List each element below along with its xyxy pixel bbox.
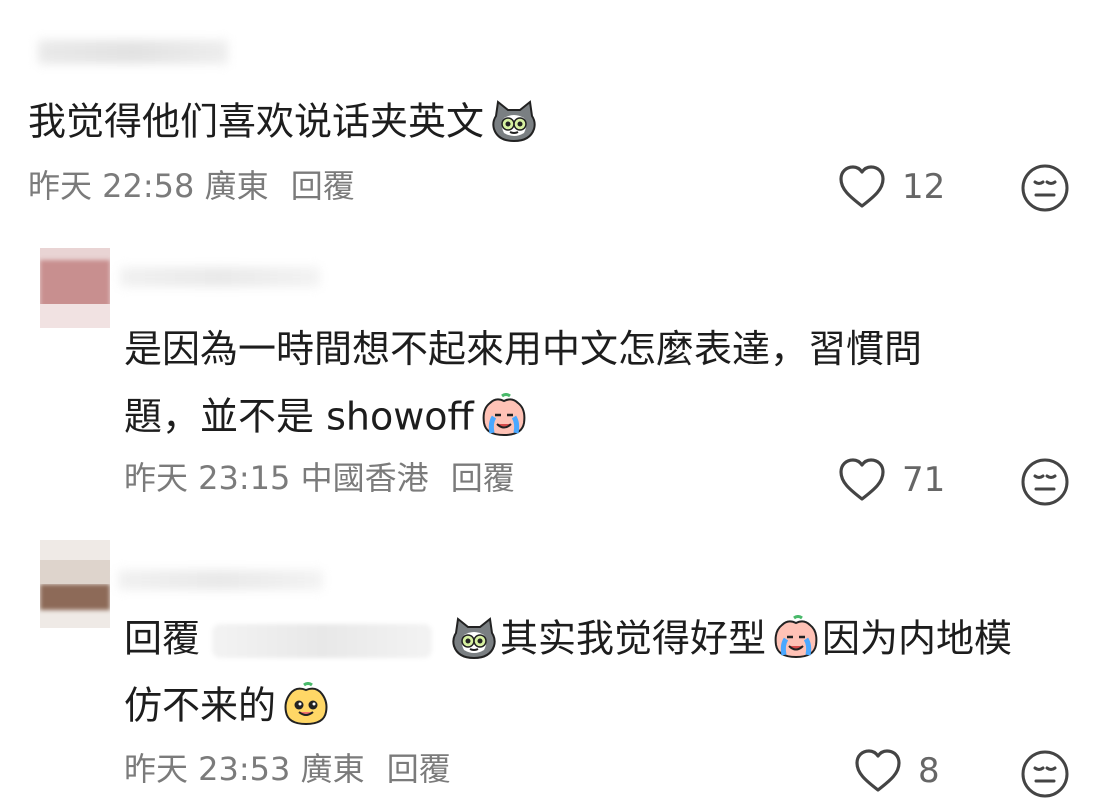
comment-1-like[interactable]: 12	[836, 163, 945, 211]
like-count: 12	[902, 167, 946, 207]
heart-icon[interactable]	[852, 747, 904, 795]
comment-1: 我觉得他们喜欢说话夹英文 昨天 22:58 廣東 回覆 12	[0, 0, 1119, 230]
comment-1-username-redacted	[38, 32, 228, 70]
comment-3-text-line-2: 仿不来的	[124, 682, 332, 734]
cat-emoji-icon	[448, 615, 500, 667]
comment-2-meta: 昨天 23:15 中國香港 回覆	[124, 459, 515, 497]
comment-2: 是因為一時間想不起來用中文怎麼表達，習慣問 題，並不是 showoff 昨天 2…	[0, 230, 1119, 520]
comment-1-text: 我觉得他们喜欢说话夹英文	[28, 98, 540, 150]
meh-face-icon[interactable]	[1019, 456, 1071, 508]
comment-3-text-line-1: 回覆 其实我觉得好型 因为内地模	[124, 615, 1012, 667]
comment-3-meta: 昨天 23:53 廣東 回覆	[124, 750, 451, 788]
crying-emoji-icon	[478, 393, 530, 445]
heart-icon[interactable]	[836, 456, 888, 504]
reply-prefix: 回覆	[124, 616, 201, 661]
meh-face-icon[interactable]	[1019, 748, 1071, 800]
comment-2-like[interactable]: 71	[836, 456, 945, 504]
like-count: 71	[902, 460, 946, 500]
reply-target-redacted[interactable]	[212, 624, 433, 658]
comment-2-text-line-1: 是因為一時間想不起來用中文怎麼表達，習慣問	[124, 327, 923, 371]
heart-icon[interactable]	[836, 163, 888, 211]
reply-button[interactable]: 回覆	[387, 750, 451, 788]
smile-emoji-icon	[280, 682, 332, 734]
like-count: 8	[918, 751, 940, 791]
comment-3-username-redacted	[118, 558, 323, 590]
crying-emoji-icon	[770, 615, 822, 667]
reply-button[interactable]: 回覆	[291, 167, 355, 205]
avatar	[40, 248, 110, 328]
meh-face-icon[interactable]	[1019, 162, 1071, 214]
comment-2-username-redacted	[120, 255, 320, 295]
comment-1-meta: 昨天 22:58 廣東 回覆	[28, 167, 355, 205]
cat-emoji-icon	[488, 98, 540, 150]
avatar	[40, 540, 110, 628]
comment-2-text-line-2: 題，並不是 showoff	[124, 393, 530, 445]
comment-3: 回覆 其实我觉得好型 因为内地模 仿不来的 昨天 23:53 廣東 回覆 8	[0, 520, 1119, 803]
comment-3-like[interactable]: 8	[852, 747, 940, 795]
reply-button[interactable]: 回覆	[451, 459, 515, 497]
